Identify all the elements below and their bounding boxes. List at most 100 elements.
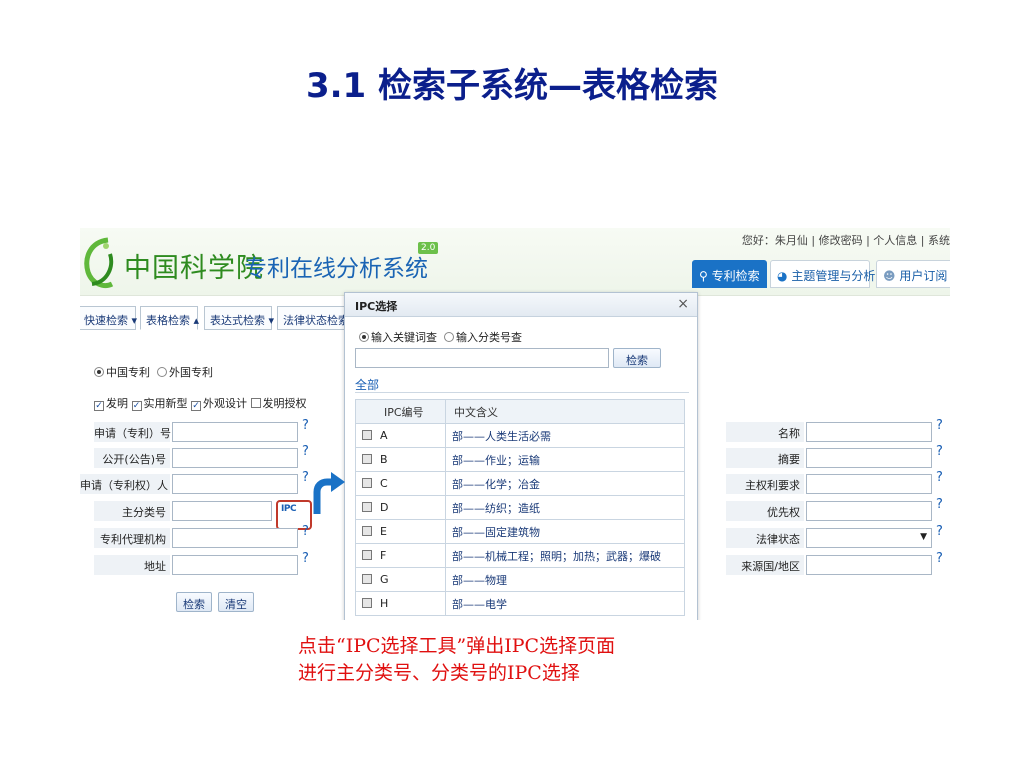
help-icon[interactable]: ? xyxy=(302,524,309,539)
search-icon: ⚲ xyxy=(699,269,708,283)
ipc-table-body: A 部——人类生活必需 B 部——作业；运输 C 部——化学；冶金 D 部——纺织；造纸 E 部—… xyxy=(355,423,685,616)
logo-swirl-icon xyxy=(84,237,114,288)
table-row[interactable]: B 部——作业；运输 xyxy=(355,447,685,472)
help-icon[interactable]: ? xyxy=(936,497,943,512)
label-publication-number: 公开(公告)号 xyxy=(94,448,170,468)
table-row[interactable]: A 部——人类生活必需 xyxy=(355,423,685,448)
dialog-all-link[interactable]: 全部 xyxy=(355,376,379,393)
user-links[interactable]: 您好：朱月仙 | 修改密码 | 个人信息 | 系统 xyxy=(742,232,950,248)
subtab-quick-search[interactable]: 快速检索 ▾ xyxy=(80,306,137,330)
form-clear-button[interactable]: 清空 xyxy=(218,592,254,612)
row-checkbox[interactable] xyxy=(362,430,372,440)
applicant-input[interactable] xyxy=(172,474,298,494)
help-icon[interactable]: ? xyxy=(936,551,943,566)
ipc-meaning: 部——纺织；造纸 xyxy=(445,495,685,520)
slide-title: 3.1 检索子系统—表格检索 xyxy=(305,66,719,106)
help-icon[interactable]: ? xyxy=(302,470,309,485)
ipc-code: A xyxy=(380,429,388,442)
application-number-input[interactable] xyxy=(172,422,298,442)
help-icon[interactable]: ? xyxy=(302,444,309,459)
ipc-meaning: 部——固定建筑物 xyxy=(445,519,685,544)
user-icon: ☻ xyxy=(883,269,896,283)
row-checkbox[interactable] xyxy=(362,478,372,488)
ipc-code: E xyxy=(380,525,387,538)
radio-foreign-patent[interactable] xyxy=(157,367,167,377)
abstract-input[interactable] xyxy=(806,448,932,468)
help-icon[interactable]: ? xyxy=(302,418,309,433)
dialog-search-button[interactable]: 检索 xyxy=(613,348,661,368)
help-icon[interactable]: ? xyxy=(936,524,943,539)
label-application-number: 申请（专利）号 xyxy=(94,422,171,442)
checkbox-label: 发明 xyxy=(106,397,128,410)
table-row[interactable]: C 部——化学；冶金 xyxy=(355,471,685,496)
ipc-select-dialog: IPC选择 × 输入关键词查 输入分类号查 检索 全部 IPC编号 中文含义 A… xyxy=(344,292,698,620)
legal-status-select[interactable]: ▼ xyxy=(806,528,932,548)
ipc-meaning: 部——电学 xyxy=(445,591,685,616)
priority-input[interactable] xyxy=(806,501,932,521)
tab-user-subscribe[interactable]: ☻ 用户订阅 xyxy=(876,260,950,288)
row-checkbox[interactable] xyxy=(362,454,372,464)
main-claim-input[interactable] xyxy=(806,474,932,494)
tab-theme-analysis[interactable]: ◕ 主题管理与分析 xyxy=(770,260,875,288)
checkbox-invention[interactable]: ✓ xyxy=(94,401,104,411)
checkbox-design[interactable]: ✓ xyxy=(191,401,201,411)
label-address: 地址 xyxy=(94,555,170,575)
help-icon[interactable]: ? xyxy=(936,418,943,433)
close-icon[interactable]: × xyxy=(677,296,689,312)
main-class-input[interactable] xyxy=(172,501,272,521)
checkbox-invention-grant[interactable] xyxy=(250,398,261,408)
publication-number-input[interactable] xyxy=(172,448,298,468)
ipc-code: D xyxy=(380,501,389,514)
ipc-code: G xyxy=(380,573,389,586)
address-input[interactable] xyxy=(172,555,298,575)
tab-patent-search[interactable]: ⚲ 专利检索 xyxy=(692,260,767,288)
label-patent-agency: 专利代理机构 xyxy=(94,528,170,548)
row-checkbox[interactable] xyxy=(362,550,372,560)
checkbox-label: 外观设计 xyxy=(203,397,247,410)
label-source-country: 来源国/地区 xyxy=(726,555,804,575)
form-search-button[interactable]: 检索 xyxy=(176,592,212,612)
title-input[interactable] xyxy=(806,422,932,442)
table-row[interactable]: G 部——物理 xyxy=(355,567,685,592)
radio-keyword-query[interactable] xyxy=(359,332,369,342)
ipc-code: H xyxy=(380,597,389,610)
subtab-expression-search[interactable]: 表达式检索 ▾ xyxy=(204,306,274,330)
tab-label: 用户订阅 xyxy=(899,269,948,283)
ipc-code-cell: D xyxy=(355,495,446,520)
source-country-input[interactable] xyxy=(806,555,932,575)
label-legal-status: 法律状态 xyxy=(726,528,804,548)
table-row[interactable]: D 部——纺织；造纸 xyxy=(355,495,685,520)
table-row[interactable]: E 部——固定建筑物 xyxy=(355,519,685,544)
radio-code-query[interactable] xyxy=(444,332,454,342)
row-checkbox[interactable] xyxy=(362,574,372,584)
help-icon[interactable]: ? xyxy=(302,551,309,566)
subtab-table-search[interactable]: 表格检索 ▴ xyxy=(140,306,199,330)
radio-china-patent[interactable] xyxy=(94,367,104,377)
dropdown-arrow-icon: ▼ xyxy=(920,532,927,542)
ipc-meaning: 部——人类生活必需 xyxy=(445,423,685,448)
ipc-code: F xyxy=(380,549,387,562)
ipc-code-cell: B xyxy=(355,447,446,472)
label-title: 名称 xyxy=(726,422,804,442)
row-checkbox[interactable] xyxy=(362,502,372,512)
label-priority: 优先权 xyxy=(726,501,804,521)
radio-label: 外国专利 xyxy=(169,366,213,379)
column-header-meaning: 中文含义 xyxy=(445,399,685,424)
row-checkbox[interactable] xyxy=(362,598,372,608)
help-icon[interactable]: ? xyxy=(936,470,943,485)
table-row[interactable]: H 部——电学 xyxy=(355,591,685,616)
scope-radios: 中国专利 外国专利 xyxy=(94,364,213,380)
patent-agency-input[interactable] xyxy=(172,528,298,548)
dialog-search-input[interactable] xyxy=(355,348,609,368)
ipc-code-cell: G xyxy=(355,567,446,592)
column-header-ipc-code: IPC编号 xyxy=(355,399,446,424)
dialog-title: IPC选择 xyxy=(355,300,398,313)
checkbox-utility-model[interactable]: ✓ xyxy=(131,401,142,411)
label-main-claim: 主权利要求 xyxy=(726,474,804,494)
table-row[interactable]: F 部——机械工程；照明；加热；武器；爆破 xyxy=(355,543,685,568)
ipc-meaning: 部——物理 xyxy=(445,567,685,592)
caption-line-2: 进行主分类号、分类号的IPC选择 xyxy=(298,662,580,684)
subtab-legal-status-search[interactable]: 法律状态检索 xyxy=(277,306,349,330)
row-checkbox[interactable] xyxy=(362,526,372,536)
help-icon[interactable]: ? xyxy=(936,444,943,459)
